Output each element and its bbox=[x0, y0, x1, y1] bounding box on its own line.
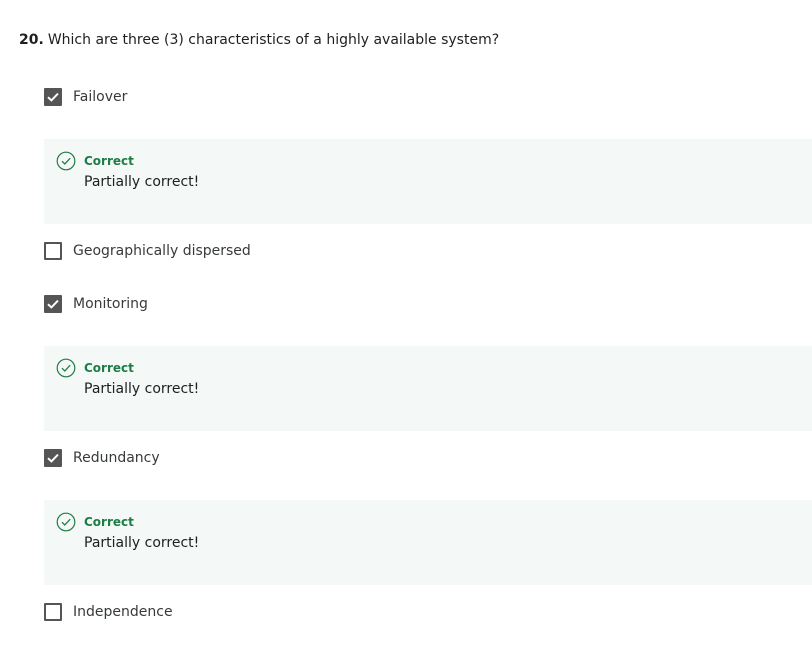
feedback-message: Partially correct! bbox=[84, 535, 200, 551]
feedback-message: Partially correct! bbox=[84, 381, 200, 397]
feedback-title: Correct bbox=[84, 361, 134, 375]
option-label: Independence bbox=[73, 604, 173, 620]
checkbox-unchecked[interactable] bbox=[44, 242, 62, 260]
option-monitoring[interactable]: Monitoring bbox=[44, 295, 148, 313]
option-independence[interactable]: Independence bbox=[44, 603, 173, 621]
check-icon bbox=[47, 299, 59, 309]
feedback-title: Correct bbox=[84, 154, 134, 168]
option-label: Failover bbox=[73, 89, 128, 105]
question: 20. Which are three (3) characteristics o… bbox=[19, 30, 499, 50]
feedback-message: Partially correct! bbox=[84, 174, 200, 190]
feedback-panel: Correct Partially correct! bbox=[44, 500, 812, 585]
checkbox-checked[interactable] bbox=[44, 295, 62, 313]
option-label: Redundancy bbox=[73, 450, 160, 466]
option-label: Monitoring bbox=[73, 296, 148, 312]
feedback-panel: Correct Partially correct! bbox=[44, 139, 812, 224]
checkbox-checked[interactable] bbox=[44, 88, 62, 106]
question-number: 20. bbox=[19, 32, 44, 48]
option-geographically-dispersed[interactable]: Geographically dispersed bbox=[44, 242, 251, 260]
check-icon bbox=[47, 453, 59, 463]
option-label: Geographically dispersed bbox=[73, 243, 251, 259]
question-text: Which are three (3) characteristics of a… bbox=[47, 32, 500, 48]
circle-check-icon bbox=[56, 512, 76, 532]
feedback-title: Correct bbox=[84, 515, 134, 529]
circle-check-icon bbox=[56, 358, 76, 378]
checkbox-checked[interactable] bbox=[44, 449, 62, 467]
circle-check-icon bbox=[56, 151, 76, 171]
option-redundancy[interactable]: Redundancy bbox=[44, 449, 160, 467]
check-icon bbox=[47, 92, 59, 102]
checkbox-unchecked[interactable] bbox=[44, 603, 62, 621]
option-failover[interactable]: Failover bbox=[44, 88, 127, 106]
feedback-panel: Correct Partially correct! bbox=[44, 346, 812, 431]
